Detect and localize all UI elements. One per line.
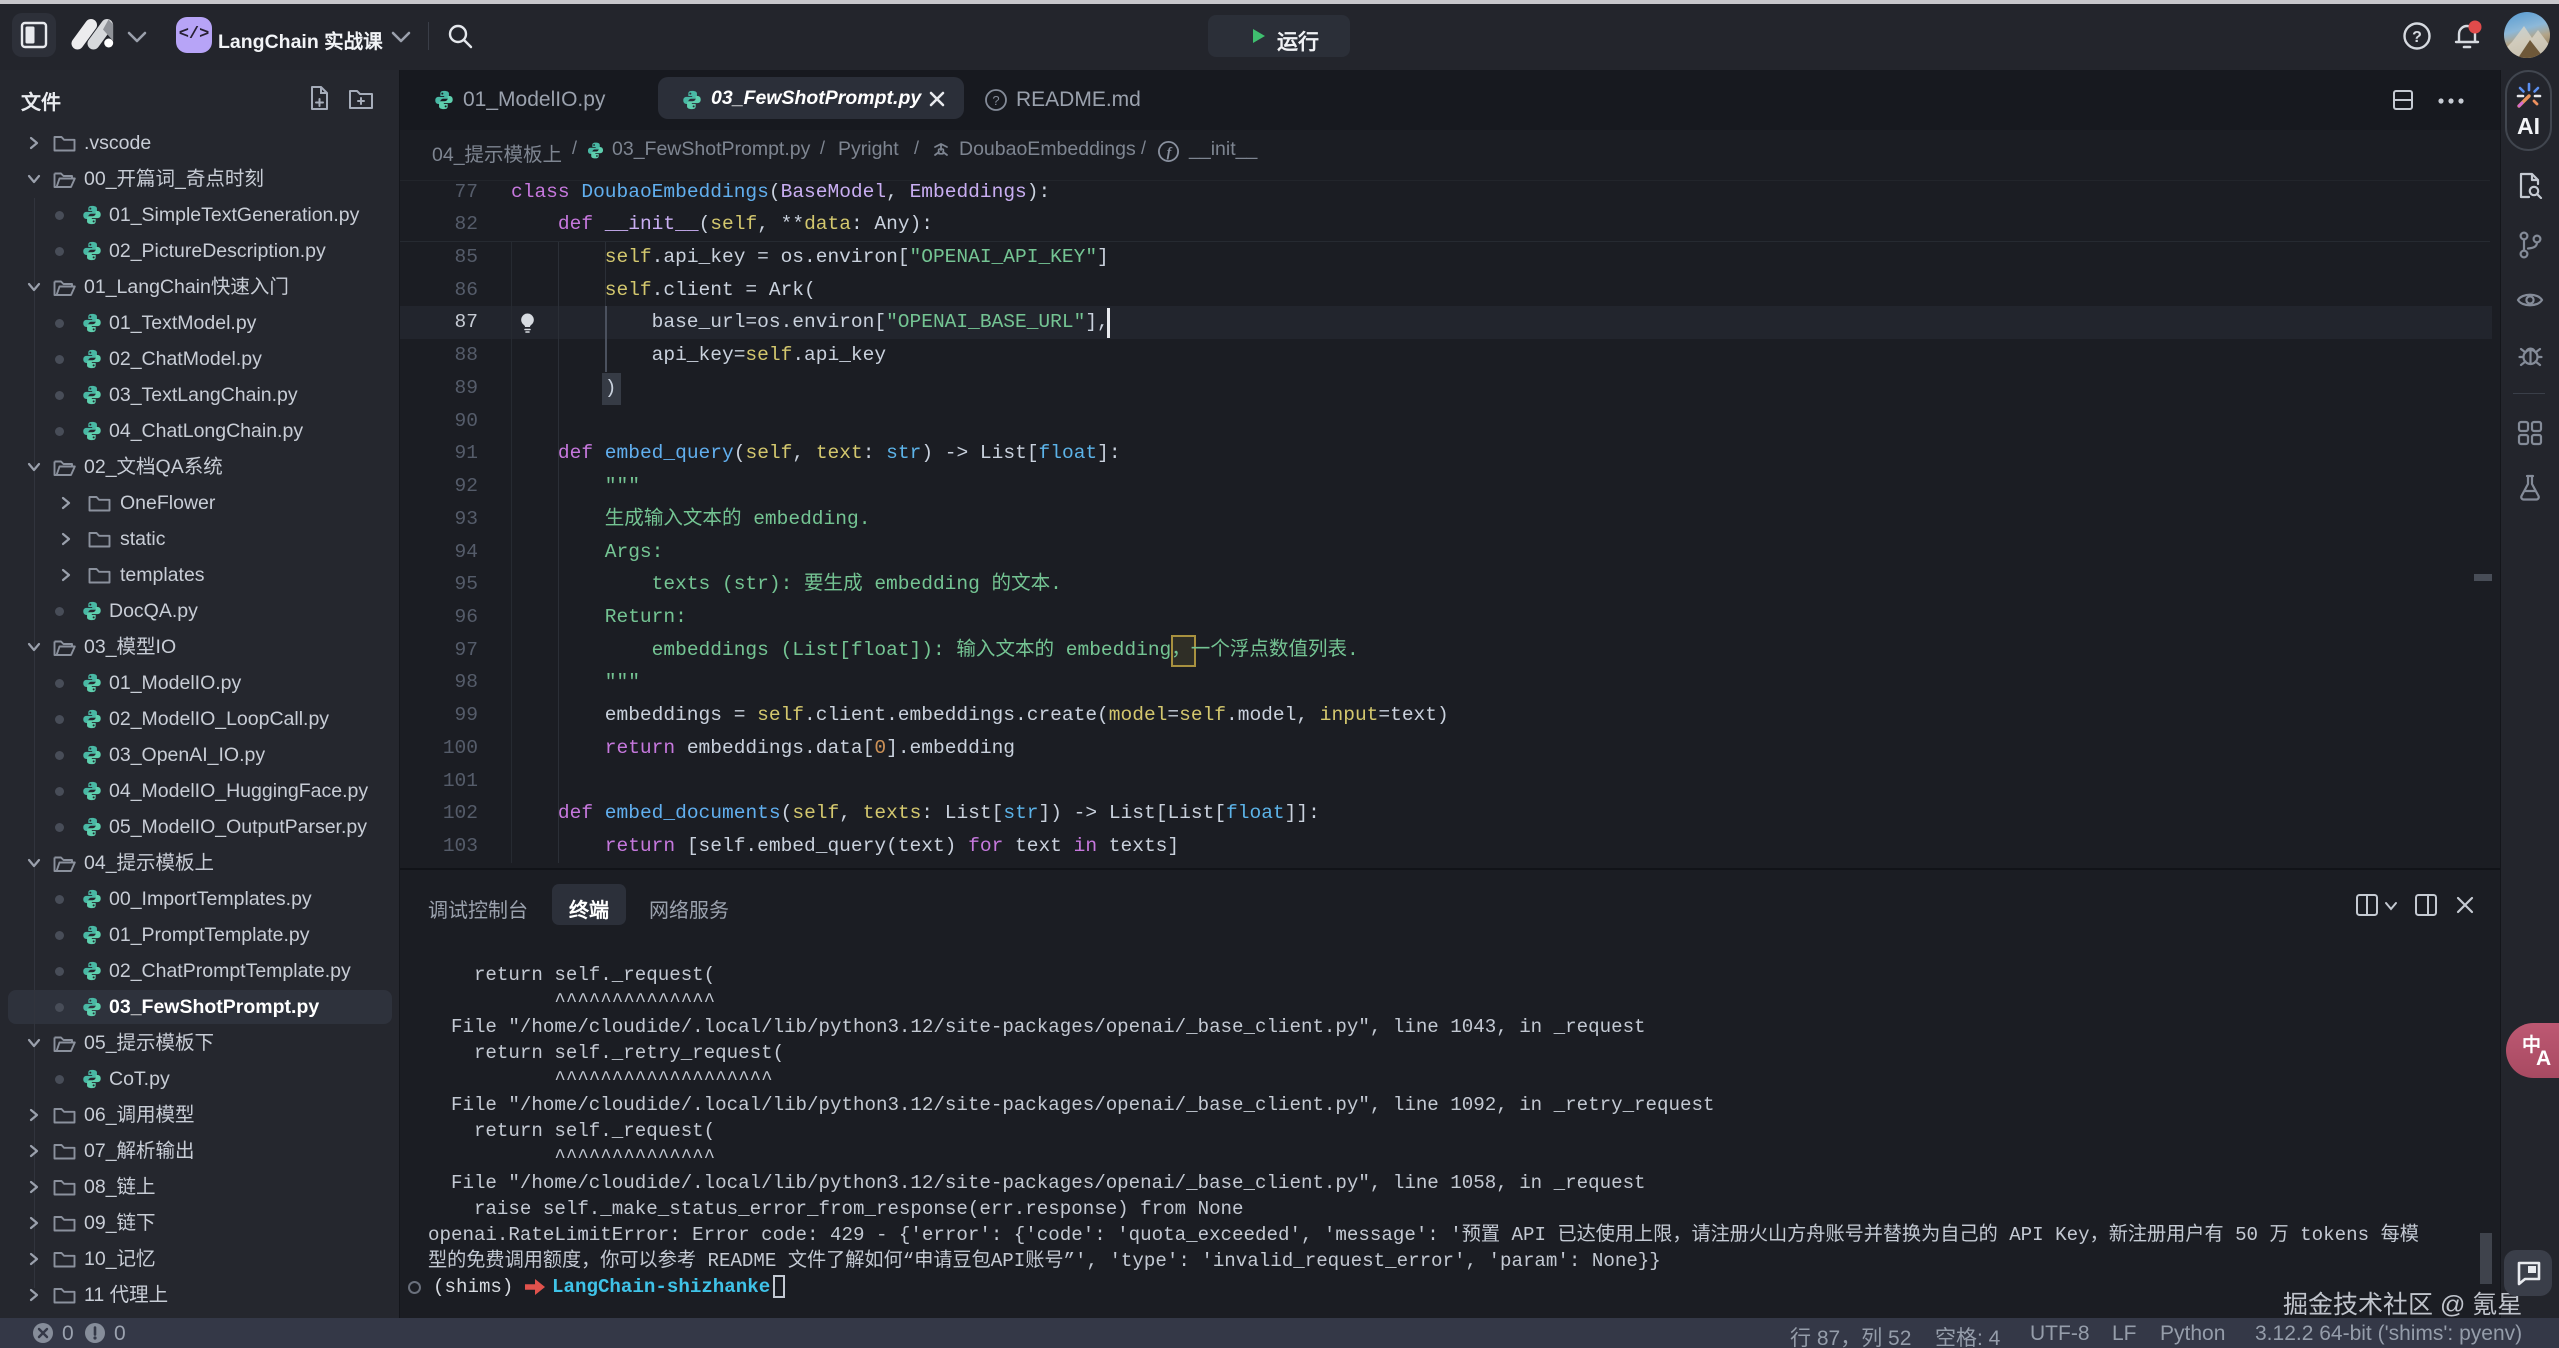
svg-text:?: ?: [992, 93, 999, 108]
svg-text:?: ?: [2412, 29, 2422, 46]
svg-text:f: f: [1167, 146, 1173, 161]
